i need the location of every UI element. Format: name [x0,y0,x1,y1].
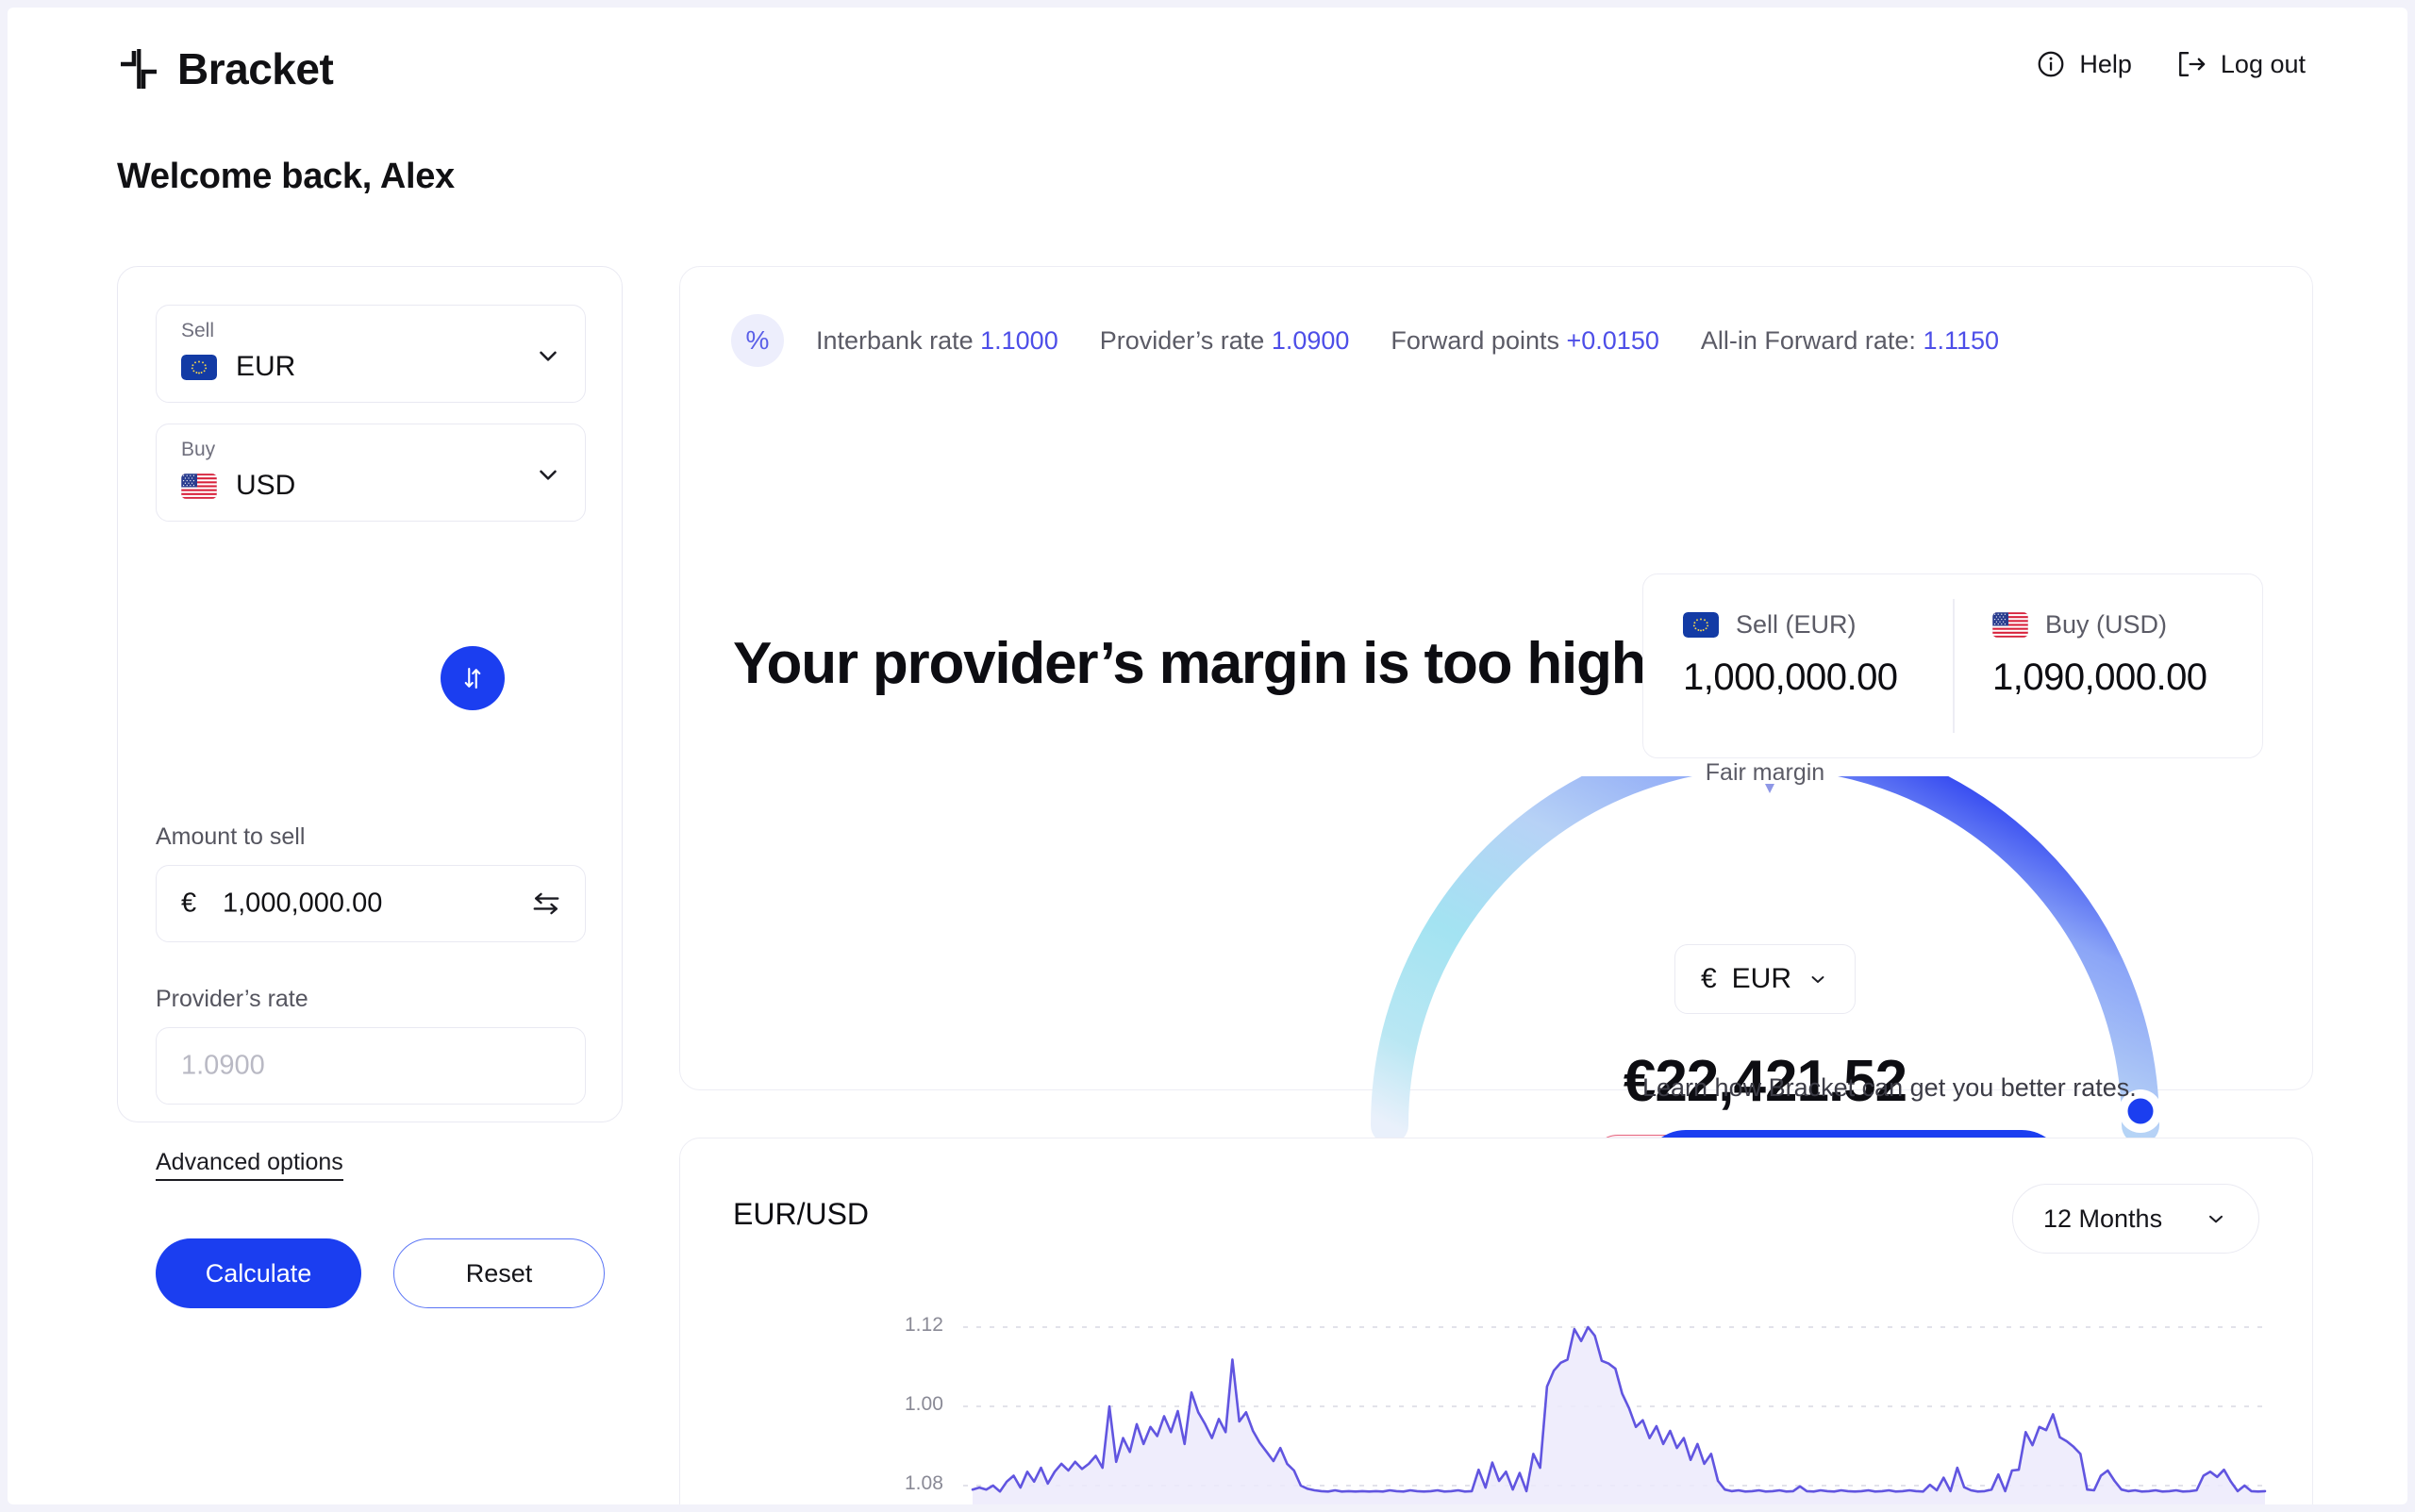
swap-currencies-button[interactable] [441,646,505,710]
chevron-down-icon[interactable] [534,341,562,370]
logout-button[interactable]: Log out [2175,49,2306,79]
rates-summary-row: % Interbank rate 1.1000 Provider’s rate … [731,314,2040,367]
us-flag-icon [1992,612,2028,638]
help-button[interactable]: Help [2036,49,2132,79]
rate-label-interbank: Interbank rate [816,325,974,355]
rate-label-forward-points: Forward points [1391,325,1559,355]
summary-buy-value: 1,090,000.00 [1992,656,2207,698]
percent-icon: % [731,314,784,367]
app-page: Bracket Help Log out Welcome back, Alex … [8,8,2407,1504]
learn-more-text: Learn how Bracket can get you better rat… [1642,1073,2137,1102]
summary-buy: Buy (USD) 1,090,000.00 [1953,574,2262,757]
summary-sell: Sell (EUR) 1,000,000.00 [1643,574,1953,757]
rate-item-interbank: Interbank rate 1.1000 [816,326,1058,356]
result-headline: Your provider’s margin is too high! [733,631,1665,696]
top-bar: Bracket Help Log out [8,8,2407,132]
rate-label-provider: Provider’s rate [1099,325,1265,355]
chart-plot-area: 1.12 1.00 1.08 [680,1301,2312,1504]
rate-value-provider: 1.0900 [1271,325,1350,355]
rate-item-provider: Provider’s rate 1.0900 [1100,326,1350,356]
rate-history-card: EUR/USD 12 Months 1.12 1.00 1.08 [679,1138,2313,1504]
info-icon [2038,51,2064,77]
reset-button[interactable]: Reset [393,1238,605,1308]
chevron-down-icon [1811,976,1824,983]
bracket-logo-icon [121,49,157,89]
logout-icon [2178,52,2206,76]
calculator-actions: Calculate Reset [156,1238,605,1308]
welcome-heading: Welcome back, Alex [117,157,455,196]
logout-label: Log out [2220,49,2306,78]
provider-rate-input[interactable]: 1.0900 [156,1027,586,1105]
buy-value-row: USD [181,470,295,502]
gauge-currency-symbol: € [1700,963,1717,994]
amount-input[interactable]: € 1,000,000.00 [156,865,586,942]
chart-range-select[interactable]: 12 Months [2012,1184,2259,1254]
gauge-currency-code: EUR [1731,963,1792,994]
summary-sell-label: Sell (EUR) [1736,610,1857,639]
sell-currency-code: EUR [236,351,296,382]
us-flag-icon [181,473,217,499]
rate-value-interbank: 1.1000 [980,325,1058,355]
rate-item-forward-points: Forward points +0.0150 [1391,326,1658,356]
amount-label: Amount to sell [156,823,306,850]
summary-buy-header: Buy (USD) [1992,610,2262,640]
chevron-down-icon[interactable] [534,460,562,489]
summary-sell-value: 1,000,000.00 [1683,656,1898,698]
sell-value-row: EUR [181,351,295,383]
swap-horizontal-icon[interactable] [530,889,562,918]
summary-sell-header: Sell (EUR) [1683,610,1953,640]
rate-value-allin-forward: 1.1150 [1923,325,2000,355]
rate-item-allin-forward: All-in Forward rate: 1.1150 [1701,326,1999,356]
eu-flag-icon [1683,612,1719,638]
swap-vertical-icon [464,667,481,690]
provider-rate-placeholder: 1.0900 [181,1050,265,1081]
chart-ytick-1: 1.00 [905,1393,943,1415]
top-navigation: Help Log out [2036,49,2306,79]
amount-value: 1,000,000.00 [223,888,383,919]
chart-ytick-2: 1.08 [905,1472,943,1494]
help-label: Help [2079,49,2132,78]
calculator-card: Sell EUR Buy USD Amount to sell € 1,000,… [117,266,623,1308]
chart-title: EUR/USD [733,1197,870,1231]
rate-value-forward-points: +0.0150 [1566,325,1659,355]
buy-label: Buy [181,439,216,460]
sell-label: Sell [181,320,215,341]
eu-flag-icon [181,354,217,380]
advanced-options-link[interactable]: Advanced options [156,1149,343,1181]
calculate-button[interactable]: Calculate [156,1238,361,1308]
brand-name: Bracket [177,44,334,93]
sell-currency-select[interactable]: Sell EUR [156,305,586,403]
buy-currency-select[interactable]: Buy USD [156,424,586,522]
result-card: % Interbank rate 1.1000 Provider’s rate … [679,266,2313,1238]
amount-currency-symbol: € [181,888,197,919]
provider-rate-label: Provider’s rate [156,986,308,1012]
gauge-currency-select[interactable]: € EUR [1674,944,1856,1014]
rate-label-allin-forward: All-in Forward rate: [1700,325,1916,355]
chevron-down-icon [2209,1215,2223,1223]
chart-ytick-0: 1.12 [905,1314,943,1336]
trade-summary-card: Sell (EUR) 1,000,000.00 Buy (USD) 1,090,… [1642,573,2263,758]
buy-currency-code: USD [236,470,296,501]
fair-margin-arrow [1765,784,1774,793]
brand-logo[interactable]: Bracket [117,43,334,94]
summary-buy-label: Buy (USD) [2045,610,2168,639]
chart-range-label: 12 Months [2043,1204,2163,1233]
